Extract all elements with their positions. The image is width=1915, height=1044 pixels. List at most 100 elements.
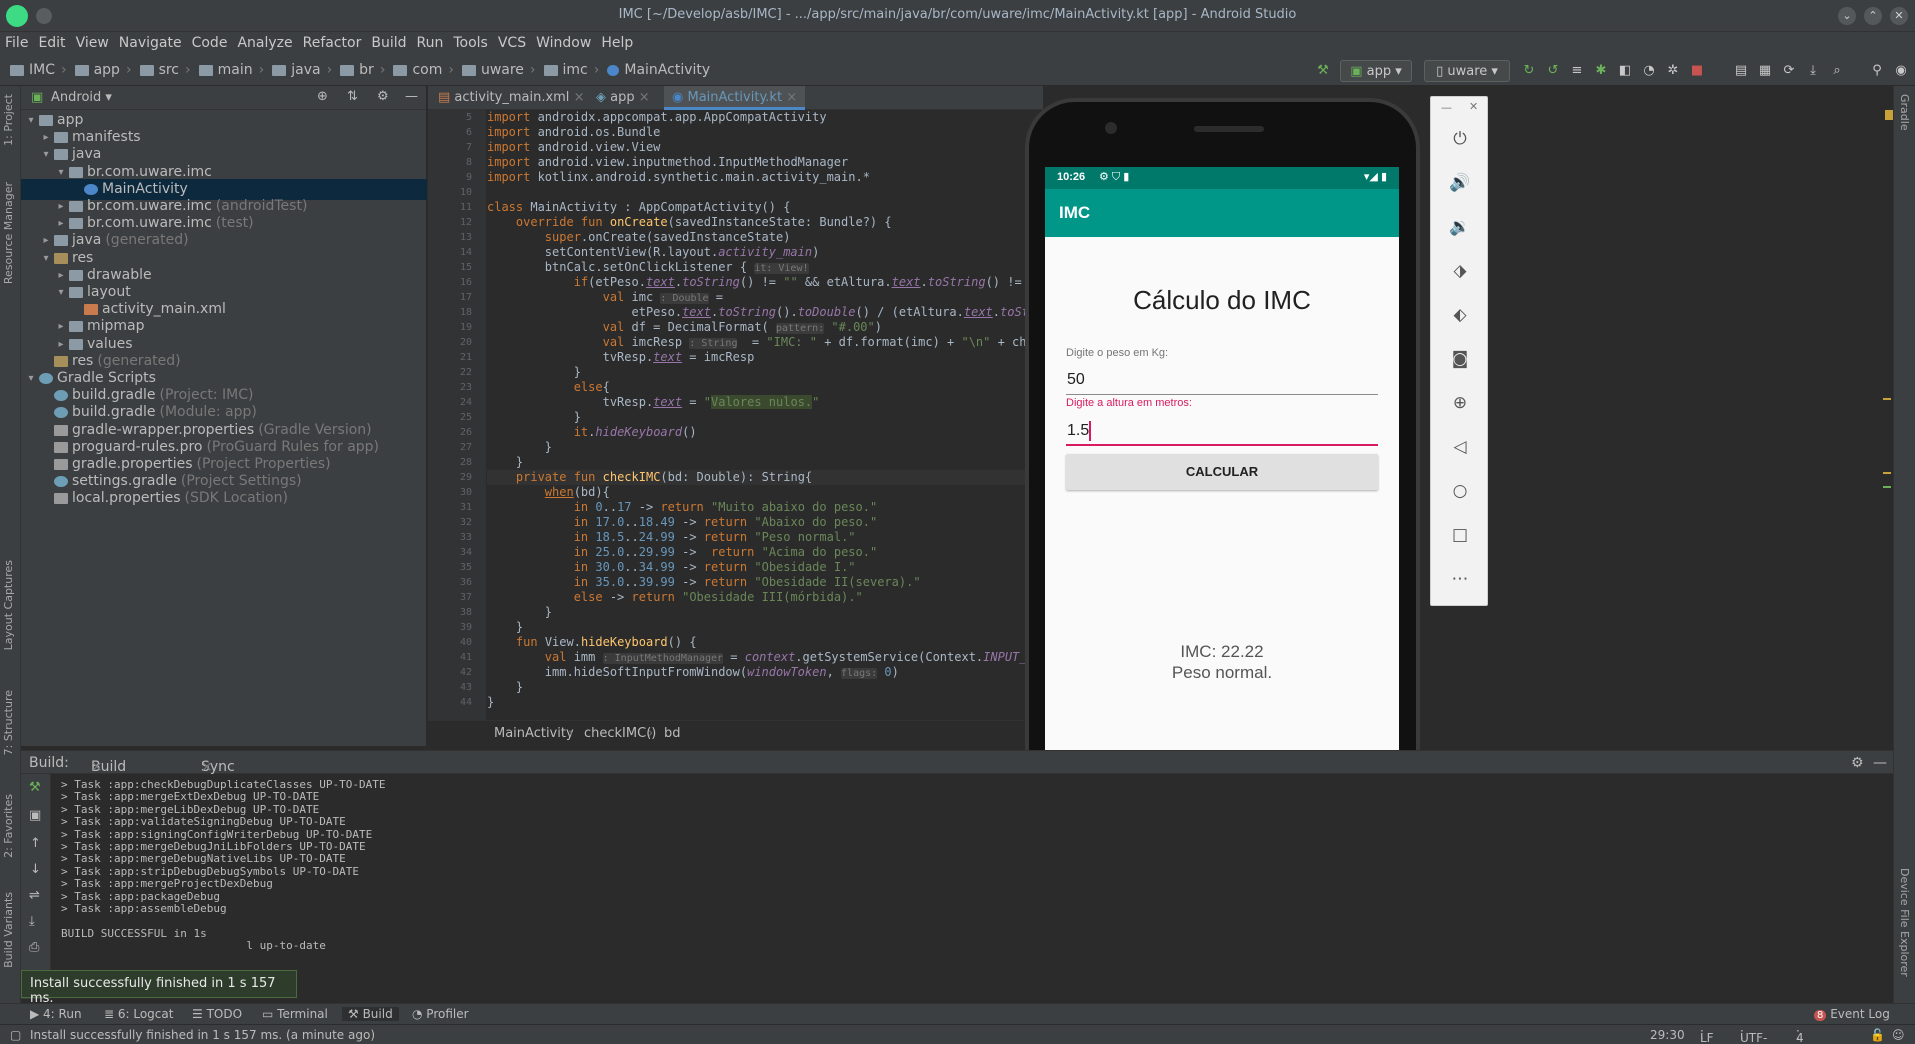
favorites-tool-tab[interactable]: 2: Favorites bbox=[2, 794, 15, 858]
nav-crumb-imc[interactable]: IMC › bbox=[6, 56, 71, 84]
close-tab-icon[interactable]: × bbox=[91, 759, 103, 775]
status-panel-icon[interactable]: ▢ bbox=[10, 1028, 21, 1042]
volume-up-icon[interactable]: 🔊 bbox=[1448, 171, 1472, 195]
home-icon[interactable]: ○ bbox=[1448, 479, 1472, 503]
attach-debugger-icon[interactable]: ✲ bbox=[1662, 60, 1684, 82]
apply-changes-icon[interactable]: ↻ bbox=[1518, 60, 1540, 82]
user-icon[interactable]: ◉ bbox=[1890, 60, 1912, 82]
menu-refactor[interactable]: Refactor bbox=[298, 32, 367, 54]
height-input[interactable]: 1.5 bbox=[1066, 415, 1378, 446]
close-tab-icon[interactable]: × bbox=[786, 90, 797, 105]
weight-input[interactable]: 50 bbox=[1066, 365, 1378, 395]
print-icon[interactable]: ⎙ bbox=[29, 940, 39, 955]
more-options-icon[interactable]: ⋯ bbox=[1448, 567, 1472, 591]
nav-crumb-imc[interactable]: imc › bbox=[540, 56, 604, 84]
sdk-manager-icon[interactable]: ⤓ bbox=[1802, 60, 1824, 82]
menu-code[interactable]: Code bbox=[187, 32, 233, 54]
sync-gradle-icon[interactable]: ⟳ bbox=[1778, 60, 1800, 82]
menu-build[interactable]: Build bbox=[366, 32, 411, 54]
hammer-build-icon[interactable]: ⚒ bbox=[1312, 60, 1334, 82]
project-view-mode[interactable]: Android ▾ bbox=[51, 90, 112, 105]
profile-icon[interactable]: ◔ bbox=[1638, 60, 1660, 82]
locate-icon[interactable]: ⊕ bbox=[317, 89, 328, 104]
calcular-button[interactable]: CALCULAR bbox=[1066, 454, 1378, 490]
close-tab-icon[interactable]: × bbox=[639, 90, 650, 105]
debug-icon[interactable]: ✱ bbox=[1590, 60, 1612, 82]
volume-down-icon[interactable]: 🔉 bbox=[1448, 215, 1472, 239]
layout-inspector-icon[interactable]: ⌕ bbox=[1826, 60, 1848, 82]
breadcrumb-class[interactable]: MainActivity bbox=[494, 726, 574, 741]
overview-icon[interactable]: □ bbox=[1448, 523, 1472, 547]
rotate-left-icon[interactable]: ⬗ bbox=[1448, 259, 1472, 283]
todo-tool-button[interactable]: ☰ TODO bbox=[192, 1007, 242, 1021]
menu-run[interactable]: Run bbox=[412, 32, 449, 54]
tab-app[interactable]: ◈ app × bbox=[588, 86, 658, 110]
nav-crumb-uware[interactable]: uware › bbox=[458, 56, 540, 84]
hide-panel-icon[interactable]: — bbox=[405, 89, 418, 104]
maximize-window-icon[interactable]: ⌃ bbox=[1864, 7, 1882, 25]
event-log-button[interactable]: 8 Event Log bbox=[1814, 1007, 1890, 1021]
tree-item[interactable]: local.properties (SDK Location) bbox=[21, 488, 427, 509]
build-settings-gear-icon[interactable]: ⚙ bbox=[1851, 755, 1864, 771]
rebuild-hammer-icon[interactable]: ⚒ bbox=[29, 780, 41, 795]
scroll-down-icon[interactable]: ↓ bbox=[30, 862, 41, 877]
menu-vcs[interactable]: VCS bbox=[493, 32, 531, 54]
indent-setting[interactable]: 4 spaces ⁚ bbox=[1796, 1028, 1804, 1044]
menu-view[interactable]: View bbox=[71, 32, 114, 54]
nav-crumb-com[interactable]: com › bbox=[389, 56, 458, 84]
structure-tool-tab[interactable]: 7: Structure bbox=[2, 690, 15, 755]
menu-tools[interactable]: Tools bbox=[448, 32, 493, 54]
menu-edit[interactable]: Edit bbox=[33, 32, 70, 54]
zoom-icon[interactable]: ⊕ bbox=[1448, 391, 1472, 415]
hide-build-panel-icon[interactable]: — bbox=[1873, 755, 1887, 771]
install-success-toast[interactable]: Install successfully finished in 1 s 157… bbox=[21, 970, 297, 1006]
settings-gear-icon[interactable]: ⚙ bbox=[377, 89, 389, 104]
nav-crumb-src[interactable]: src › bbox=[136, 56, 195, 84]
close-window-icon[interactable]: ✕ bbox=[1890, 7, 1908, 25]
tab-mainactivity-kt[interactable]: ◉ MainActivity.kt × bbox=[664, 86, 806, 110]
menu-analyze[interactable]: Analyze bbox=[232, 32, 297, 54]
project-tool-tab[interactable]: 1: Project bbox=[2, 94, 15, 146]
menu-window[interactable]: Window bbox=[531, 32, 596, 54]
menu-file[interactable]: File bbox=[0, 32, 33, 54]
lock-icon[interactable]: 🔓 bbox=[1870, 1028, 1885, 1042]
scroll-up-icon[interactable]: ↑ bbox=[30, 836, 41, 851]
scroll-to-end-icon[interactable]: ⤓ bbox=[29, 914, 35, 929]
apply-code-changes-icon[interactable]: ↺ bbox=[1542, 60, 1564, 82]
toggle-view-icon[interactable]: ▣ bbox=[29, 808, 41, 823]
device-combo[interactable]: ▯ uware ▾ bbox=[1424, 60, 1510, 82]
nav-crumb-br[interactable]: br › bbox=[336, 56, 389, 84]
profiler-tool-button[interactable]: ◔ Profiler bbox=[412, 1007, 469, 1021]
power-icon[interactable]: ⏻ bbox=[1448, 127, 1472, 151]
emulator-minimize-icon[interactable]: — bbox=[1441, 101, 1452, 114]
tab-activity-main-xml[interactable]: ▤ activity_main.xml × bbox=[430, 86, 592, 110]
minimize-window-icon[interactable]: ⌄ bbox=[1838, 7, 1856, 25]
collapse-all-icon[interactable]: ⇅ bbox=[347, 89, 358, 104]
device-file-explorer-tool-tab[interactable]: Device File Explorer bbox=[1898, 868, 1911, 977]
menu-help[interactable]: Help bbox=[596, 32, 638, 54]
build-tool-button[interactable]: ⚒ Build bbox=[342, 1007, 399, 1021]
terminal-tool-button[interactable]: ▭ Terminal bbox=[262, 1007, 328, 1021]
run-tool-button[interactable]: ▶ 4: Run bbox=[30, 1007, 82, 1021]
project-structure-icon[interactable]: ▦ bbox=[1754, 60, 1776, 82]
emulator-close-icon[interactable]: ✕ bbox=[1469, 100, 1478, 113]
file-encoding[interactable]: UTF-8 ⁚ bbox=[1740, 1028, 1767, 1044]
inspector-icon[interactable]: ☺ bbox=[1892, 1028, 1905, 1042]
nav-crumb-mainactivity[interactable]: MainActivity bbox=[603, 56, 714, 84]
gradle-tool-tab[interactable]: Gradle bbox=[1898, 94, 1911, 131]
soft-wrap-icon[interactable]: ⇌ bbox=[29, 888, 40, 903]
coverage-icon[interactable]: ◧ bbox=[1614, 60, 1636, 82]
logcat-tool-button[interactable]: ≣ 6: Logcat bbox=[104, 1007, 173, 1021]
rotate-right-icon[interactable]: ⬖ bbox=[1448, 303, 1472, 327]
layout-icon[interactable]: ≡ bbox=[1566, 60, 1588, 82]
layout-captures-tool-tab[interactable]: Layout Captures bbox=[2, 560, 15, 650]
avd-manager-icon[interactable]: ▤ bbox=[1730, 60, 1752, 82]
build-output-console[interactable]: > Task :app:checkDebugDuplicateClasses U… bbox=[51, 774, 1893, 999]
nav-crumb-app[interactable]: app › bbox=[71, 56, 136, 84]
screenshot-camera-icon[interactable]: ◙ bbox=[1448, 347, 1472, 371]
nav-crumb-main[interactable]: main › bbox=[195, 56, 269, 84]
menu-navigate[interactable]: Navigate bbox=[114, 32, 187, 54]
line-separator[interactable]: LF ⁚ bbox=[1700, 1028, 1714, 1044]
build-variants-tool-tab[interactable]: Build Variants bbox=[2, 892, 15, 968]
breadcrumb-variable[interactable]: bd bbox=[664, 726, 681, 741]
